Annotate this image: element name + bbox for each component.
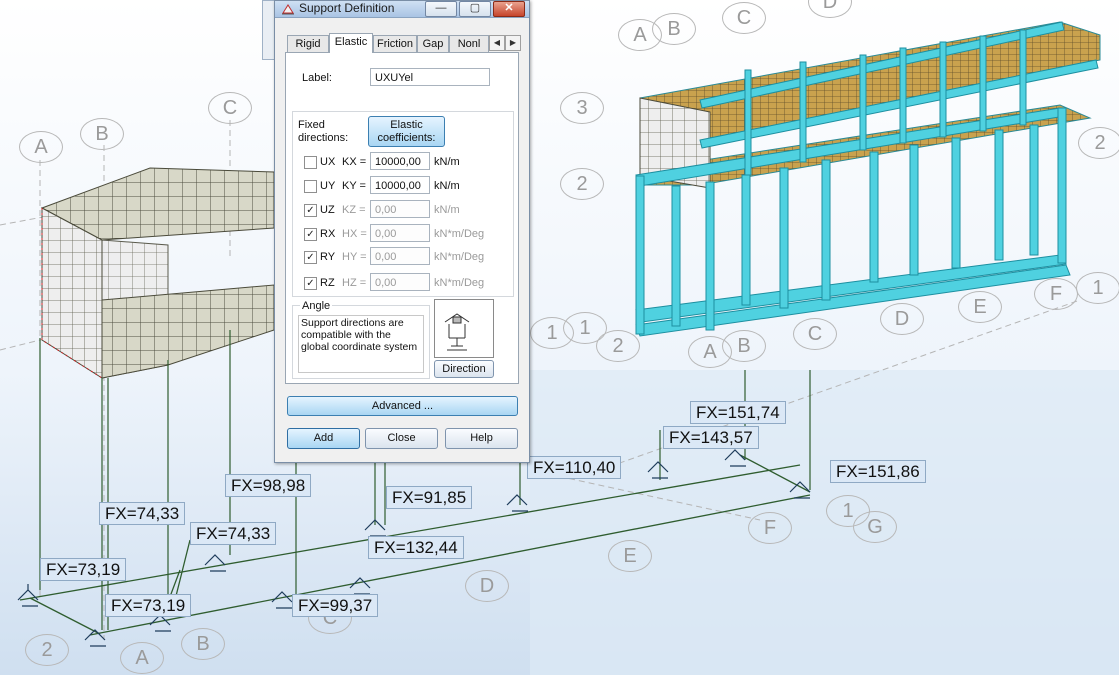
support-icon xyxy=(282,4,294,15)
kx-label: KX = xyxy=(342,156,367,168)
label-caption: Label: xyxy=(302,72,332,84)
ky-unit: kN/m xyxy=(434,180,460,192)
hz-label: HZ = xyxy=(342,277,367,289)
axis-bubble: B xyxy=(652,13,696,45)
ky-label: KY = xyxy=(342,180,366,192)
kz-unit: kN/m xyxy=(434,204,460,216)
axis-bubble: D xyxy=(465,570,509,602)
tab-scroll-left-icon[interactable]: ◀ xyxy=(489,35,505,51)
hz-input: 0,00 xyxy=(370,273,430,291)
hx-label: HX = xyxy=(342,228,367,240)
axis-bubble: B xyxy=(80,118,124,150)
axis-bubble: 2 xyxy=(596,330,640,362)
kx-unit: kN/m xyxy=(434,156,460,168)
help-button[interactable]: Help xyxy=(445,428,518,449)
axis-bubble: B xyxy=(181,628,225,660)
reaction-label: FX=99,37 xyxy=(292,594,379,617)
elastic-coefficients-button[interactable]: Elastic coefficients: xyxy=(368,116,445,147)
maximize-button[interactable]: ▢ xyxy=(459,1,491,17)
ux-checkbox[interactable] xyxy=(304,156,317,169)
add-button[interactable]: Add xyxy=(287,428,360,449)
rx-label: RX xyxy=(320,228,336,240)
axis-bubble: D xyxy=(880,303,924,335)
rx-checkbox[interactable]: ✓ xyxy=(304,228,317,241)
reaction-label: FX=74,33 xyxy=(99,502,186,525)
hx-input: 0,00 xyxy=(370,224,430,242)
ry-checkbox[interactable]: ✓ xyxy=(304,251,317,264)
tab-elastic[interactable]: Elastic xyxy=(329,33,373,53)
dialog-titlebar[interactable]: Support Definition — ▢ ✕ xyxy=(275,1,529,18)
reaction-label: FX=132,44 xyxy=(368,536,464,559)
hz-unit: kN*m/Deg xyxy=(434,277,485,289)
axis-bubble: E xyxy=(608,540,652,572)
tab-rigid[interactable]: Rigid xyxy=(287,35,329,52)
reaction-label: FX=151,74 xyxy=(690,401,786,424)
support-direction-icon xyxy=(444,313,470,351)
uz-checkbox[interactable]: ✓ xyxy=(304,204,317,217)
hy-input: 0,00 xyxy=(370,247,430,265)
axis-bubble: E xyxy=(958,291,1002,323)
hx-unit: kN*m/Deg xyxy=(434,228,485,240)
ux-label: UX xyxy=(320,156,336,168)
uz-label: UZ xyxy=(320,204,335,216)
axis-bubble: C xyxy=(793,318,837,350)
uy-checkbox[interactable] xyxy=(304,180,317,193)
reaction-label: FX=143,57 xyxy=(663,426,759,449)
reaction-label: FX=73,19 xyxy=(40,558,127,581)
reaction-label: FX=151,86 xyxy=(830,460,926,483)
reaction-label: FX=110,40 xyxy=(527,456,622,479)
reaction-label: FX=73,19 xyxy=(105,594,192,617)
hy-unit: kN*m/Deg xyxy=(434,251,485,263)
dialog-title: Support Definition xyxy=(299,1,395,15)
axis-bubble: 3 xyxy=(560,92,604,124)
ry-label: RY xyxy=(320,251,336,263)
axis-bubble: B xyxy=(722,330,766,362)
reaction-label: FX=91,85 xyxy=(386,486,473,509)
close-button[interactable]: Close xyxy=(365,428,438,449)
axis-bubble: 1 xyxy=(1076,272,1119,304)
tab-gap[interactable]: Gap xyxy=(417,35,449,52)
support-preview xyxy=(434,299,494,358)
advanced-button[interactable]: Advanced ... xyxy=(287,396,518,416)
model-viewport[interactable]: A B C A B C D 3 2 2 1 1 2 A B C D E F 1 … xyxy=(0,0,1119,675)
axis-bubble: F xyxy=(748,512,792,544)
angle-description: Support directions are compatible with t… xyxy=(298,315,424,373)
reaction-label: FX=98,98 xyxy=(225,474,312,497)
axis-bubble: 2 xyxy=(1078,127,1119,159)
angle-caption: Angle xyxy=(300,300,333,313)
minimize-button[interactable]: — xyxy=(425,1,457,17)
axis-bubble: C xyxy=(722,2,766,34)
kx-input[interactable]: 10000,00 xyxy=(370,152,430,170)
axis-bubble: 2 xyxy=(25,634,69,666)
ky-input[interactable]: 10000,00 xyxy=(370,176,430,194)
kz-input: 0,00 xyxy=(370,200,430,218)
support-definition-dialog: Support Definition — ▢ ✕ Rigid Elastic F… xyxy=(274,0,530,463)
axis-bubble: F xyxy=(1034,278,1078,310)
kz-label: KZ = xyxy=(342,204,366,216)
rz-label: RZ xyxy=(320,277,335,289)
axis-bubble: 2 xyxy=(560,168,604,200)
label-input[interactable]: UXUYel xyxy=(370,68,490,86)
axis-bubble: A xyxy=(120,642,164,674)
direction-button[interactable]: Direction xyxy=(434,360,494,378)
uy-label: UY xyxy=(320,180,336,192)
reaction-label: FX=74,33 xyxy=(190,522,277,545)
fixed-directions-caption: Fixed directions: xyxy=(298,119,349,144)
tab-scroll-right-icon[interactable]: ▶ xyxy=(505,35,521,51)
axis-bubble: 1 xyxy=(826,495,870,527)
axis-bubble: A xyxy=(19,131,63,163)
rz-checkbox[interactable]: ✓ xyxy=(304,277,317,290)
tab-friction[interactable]: Friction xyxy=(373,35,417,52)
tab-nonlinear[interactable]: Nonl xyxy=(449,35,489,52)
hy-label: HY = xyxy=(342,251,367,263)
axis-bubble: C xyxy=(208,92,252,124)
support-type-tabs: Rigid Elastic Friction Gap Nonl ◀ ▶ xyxy=(285,33,521,53)
close-window-button[interactable]: ✕ xyxy=(493,1,525,17)
elastic-tab-panel: Label: UXUYel Fixed directions: Elastic … xyxy=(285,52,519,384)
